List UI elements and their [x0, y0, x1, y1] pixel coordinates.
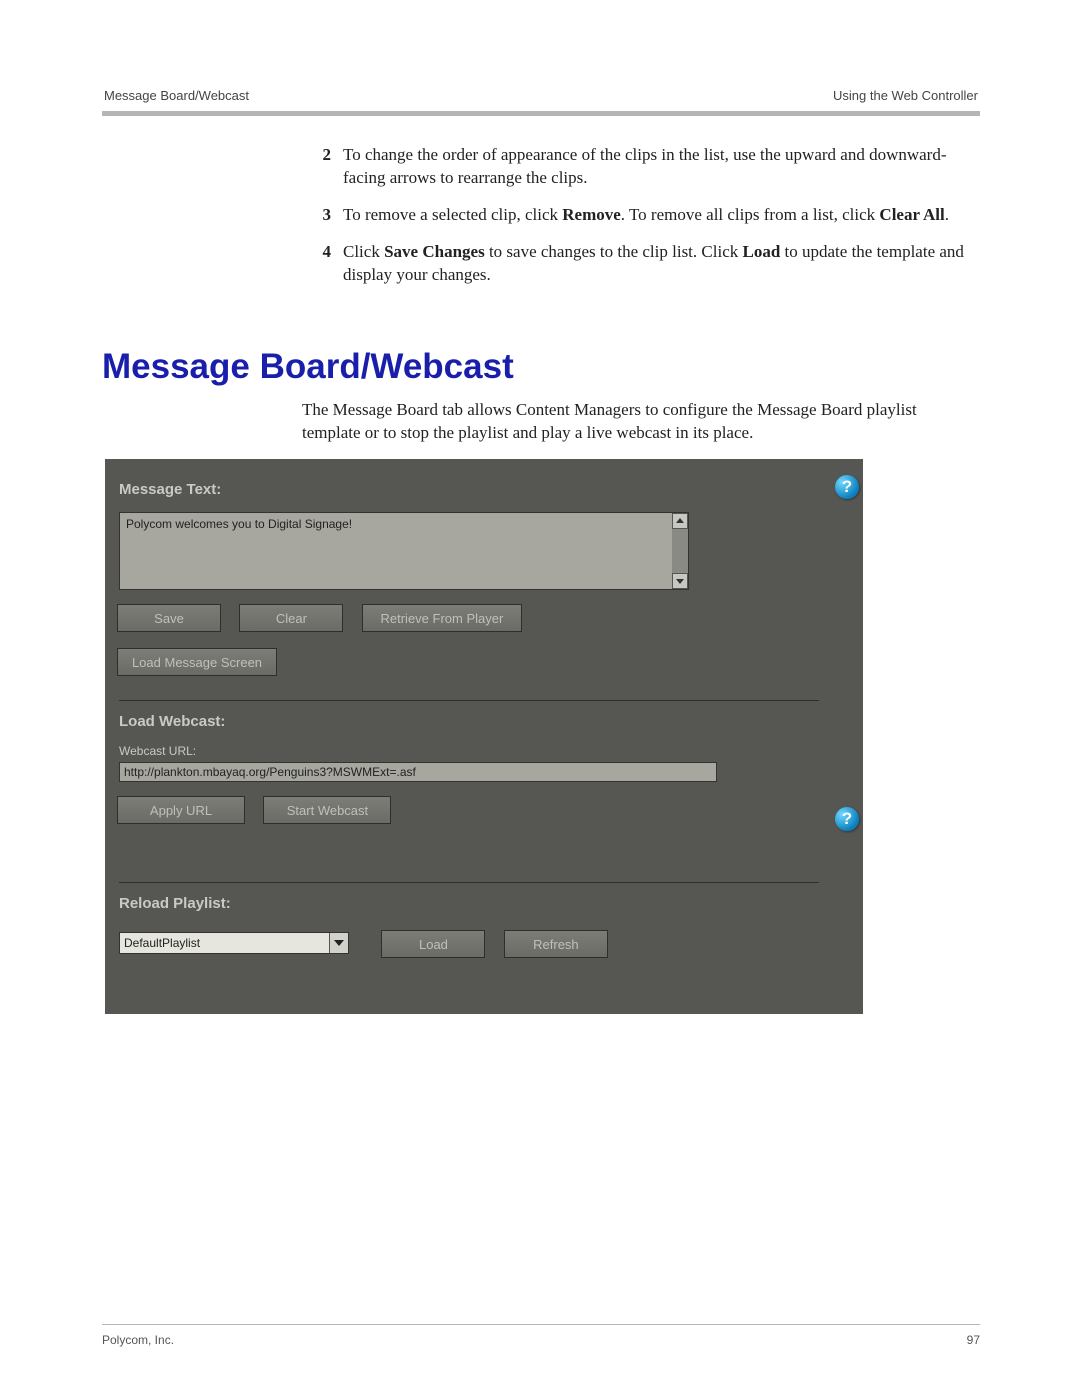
load-button[interactable]: Load	[381, 930, 485, 958]
reload-playlist-heading: Reload Playlist:	[119, 895, 845, 912]
step-body: To remove a selected clip, click Remove.…	[343, 204, 970, 227]
apply-url-button[interactable]: Apply URL	[117, 796, 245, 824]
scroll-down-icon[interactable]	[672, 573, 688, 589]
step-3: 3 To remove a selected clip, click Remov…	[297, 204, 970, 227]
section-divider	[119, 700, 819, 701]
help-icon[interactable]: ?	[835, 475, 859, 499]
scrollbar[interactable]	[672, 513, 688, 589]
scroll-up-icon[interactable]	[672, 513, 688, 529]
step-number: 4	[297, 241, 343, 287]
save-button[interactable]: Save	[117, 604, 221, 632]
step-body: To change the order of appearance of the…	[343, 144, 970, 190]
message-text-heading: Message Text:	[119, 481, 845, 498]
header-left: Message Board/Webcast	[104, 88, 249, 103]
section-divider	[119, 882, 819, 883]
refresh-button[interactable]: Refresh	[504, 930, 608, 958]
steps-list: 2 To change the order of appearance of t…	[297, 144, 970, 287]
step-number: 2	[297, 144, 343, 190]
load-message-screen-button[interactable]: Load Message Screen	[117, 648, 277, 676]
running-header: Message Board/Webcast Using the Web Cont…	[102, 88, 980, 109]
message-textarea-wrap	[119, 512, 689, 590]
footer-page-number: 97	[967, 1333, 980, 1347]
section-intro: The Message Board tab allows Content Man…	[302, 399, 970, 445]
header-right: Using the Web Controller	[833, 88, 978, 103]
webcast-url-input[interactable]	[119, 762, 717, 782]
section-title: Message Board/Webcast	[102, 347, 980, 387]
step-number: 3	[297, 204, 343, 227]
chevron-down-icon[interactable]	[329, 933, 348, 953]
retrieve-from-player-button[interactable]: Retrieve From Player	[362, 604, 522, 632]
message-textarea[interactable]	[124, 515, 670, 587]
playlist-selected-value: DefaultPlaylist	[124, 936, 200, 950]
help-icon[interactable]: ?	[835, 807, 859, 831]
start-webcast-button[interactable]: Start Webcast	[263, 796, 391, 824]
header-rule	[102, 111, 980, 116]
playlist-select[interactable]: DefaultPlaylist	[119, 932, 349, 954]
load-webcast-heading: Load Webcast:	[119, 713, 845, 730]
page: Message Board/Webcast Using the Web Cont…	[0, 0, 1080, 1397]
step-4: 4 Click Save Changes to save changes to …	[297, 241, 970, 287]
step-body: Click Save Changes to save changes to th…	[343, 241, 970, 287]
webcast-url-label: Webcast URL:	[119, 744, 845, 758]
page-footer: Polycom, Inc. 97	[102, 1324, 980, 1347]
footer-company: Polycom, Inc.	[102, 1333, 174, 1347]
clear-button[interactable]: Clear	[239, 604, 343, 632]
step-2: 2 To change the order of appearance of t…	[297, 144, 970, 190]
app-screenshot-panel: ? ? Message Text: Save Clear Retrieve Fr…	[105, 459, 863, 1014]
